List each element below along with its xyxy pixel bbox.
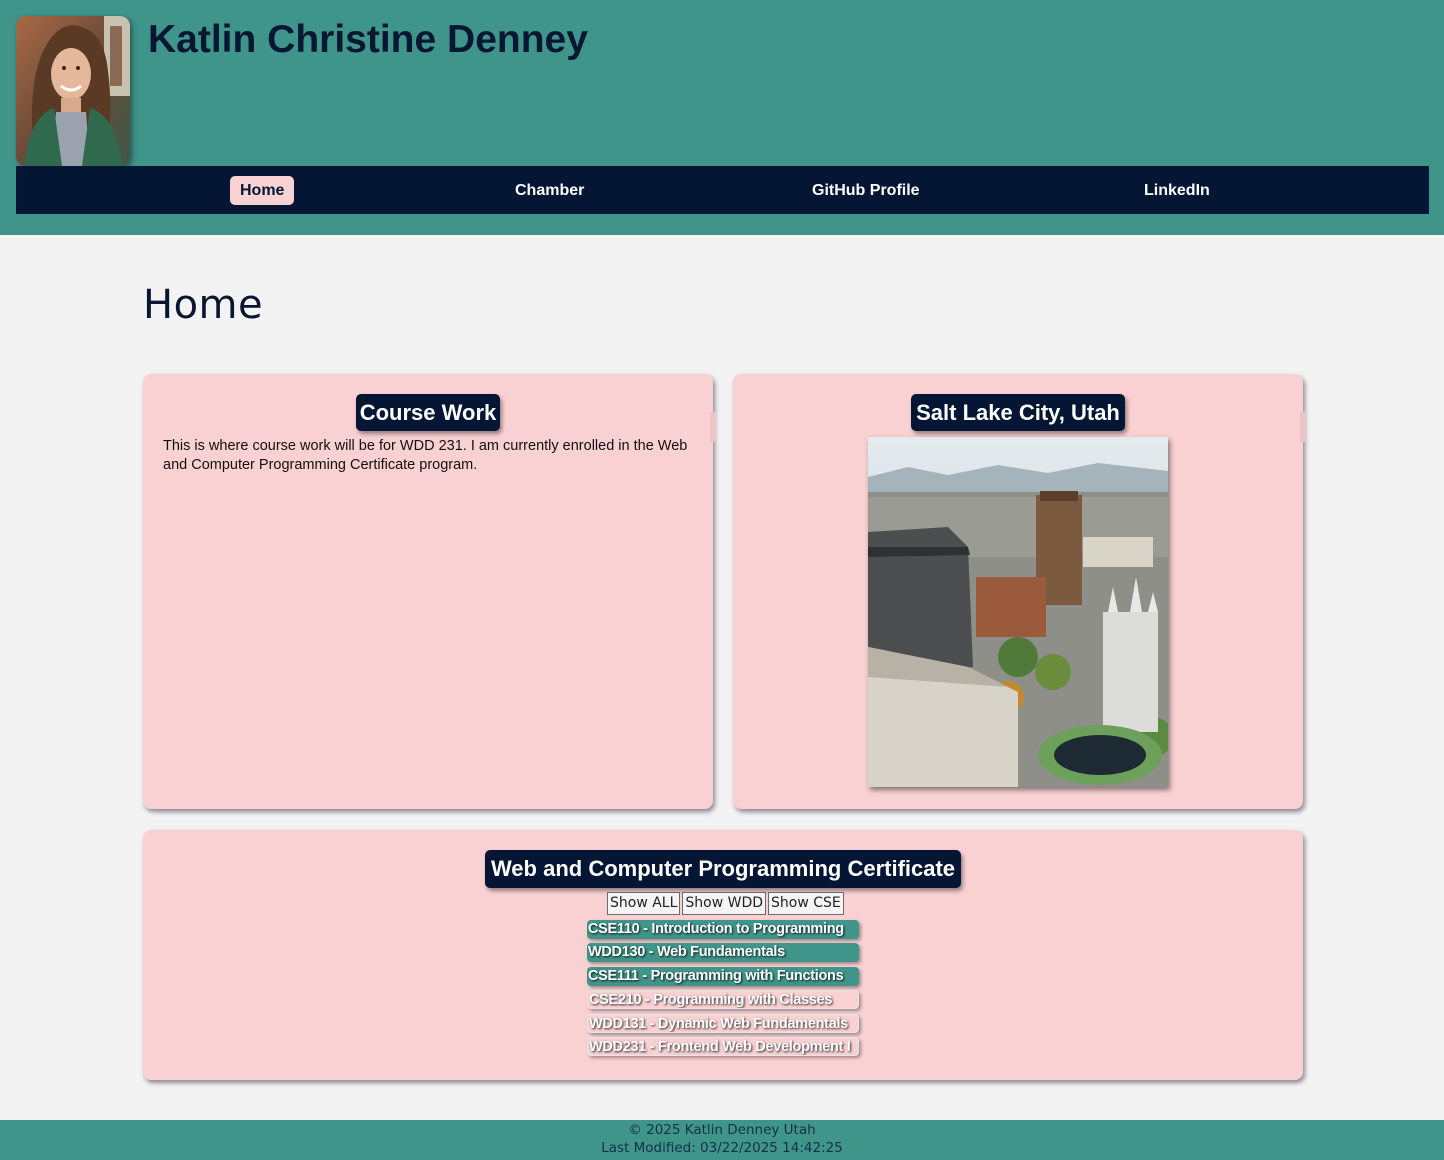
- course-item: WDD231 - Frontend Web Development I: [587, 1036, 859, 1056]
- nav-link-github-profile[interactable]: GitHub Profile: [802, 176, 930, 205]
- course-work-text: This is where course work will be for WD…: [163, 438, 688, 473]
- certificate-title: Web and Computer Programming Certificate: [485, 850, 961, 888]
- show-all-button[interactable]: Show ALL: [607, 892, 681, 915]
- nav-link-linkedin[interactable]: LinkedIn: [1134, 176, 1220, 205]
- course-work-title: Course Work: [356, 394, 500, 431]
- site-footer: © 2025 Katlin Denney Utah Last Modified:…: [0, 1120, 1444, 1160]
- card-divider: [710, 412, 716, 442]
- site-title: Katlin Christine Denney: [148, 18, 588, 61]
- show-wdd-button[interactable]: Show WDD: [682, 892, 767, 915]
- course-item: CSE110 - Introduction to Programming: [587, 920, 859, 939]
- course-item: WDD131 - Dynamic Web Fundamentals: [587, 1013, 859, 1033]
- course-item: CSE210 - Programming with Classes: [587, 990, 859, 1010]
- last-modified-text: Last Modified: 03/22/2025 14:42:25: [601, 1140, 843, 1156]
- salt-lake-city-image: [868, 437, 1168, 787]
- site-header: Katlin Christine Denney Home Chamber Git…: [0, 0, 1444, 235]
- avatar: [16, 16, 130, 166]
- show-cse-button[interactable]: Show CSE: [768, 892, 844, 915]
- copyright-text: © 2025 Katlin Denney Utah: [628, 1122, 816, 1138]
- profile-photo: [16, 16, 130, 166]
- page-title: Home: [143, 282, 264, 328]
- course-list: CSE110 - Introduction to Programming WDD…: [587, 920, 859, 1060]
- course-item: WDD130 - Web Fundamentals: [587, 943, 859, 963]
- city-photo: [868, 437, 1168, 787]
- nav-link-home[interactable]: Home: [230, 176, 295, 205]
- location-card: Salt Lake City, Utah: [733, 374, 1306, 809]
- main-nav: Home Chamber GitHub Profile LinkedIn: [16, 166, 1429, 214]
- course-work-card: Course Work This is where course work wi…: [143, 374, 716, 809]
- certificate-card: Web and Computer Programming Certificate…: [143, 830, 1303, 1080]
- location-title: Salt Lake City, Utah: [911, 394, 1125, 431]
- nav-link-chamber[interactable]: Chamber: [505, 176, 594, 205]
- course-item: CSE111 - Programming with Functions: [587, 966, 859, 986]
- card-divider: [1300, 412, 1306, 442]
- filter-bar: Show ALL Show WDD Show CSE: [607, 892, 846, 915]
